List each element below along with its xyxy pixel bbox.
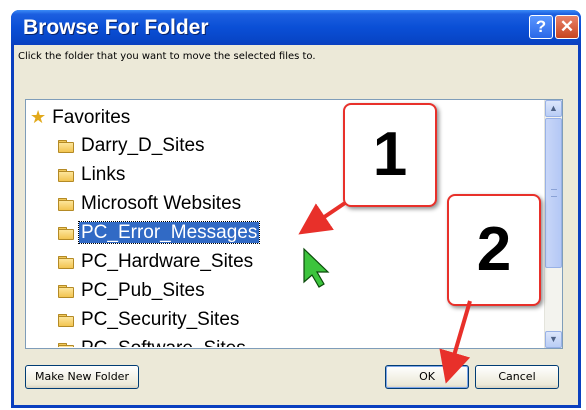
star-icon: ★: [30, 107, 47, 127]
tree-item-label: PC_Error_Messages: [77, 221, 261, 244]
tree-item-label: PC_Hardware_Sites: [81, 251, 254, 272]
scroll-thumb[interactable]: [545, 118, 562, 268]
folder-icon: [58, 343, 74, 347]
instruction-text: Click the folder that you want to move t…: [18, 51, 316, 62]
vertical-scrollbar[interactable]: ▲ ▼: [544, 100, 562, 348]
tree-item-label: PC_Pub_Sites: [81, 280, 205, 301]
tree-item-label: Darry_D_Sites: [81, 135, 205, 156]
tree-item-microsoft-websites[interactable]: Microsoft Websites: [58, 192, 243, 216]
scroll-down-button[interactable]: ▼: [545, 331, 562, 348]
tree-item-pc-pub-sites[interactable]: PC_Pub_Sites: [58, 279, 207, 303]
folder-icon: [58, 256, 74, 269]
folder-icon: [58, 140, 74, 153]
title-bar[interactable]: Browse For Folder ? ✕: [11, 10, 581, 45]
folder-icon: [58, 169, 74, 182]
folder-icon: [58, 314, 74, 327]
tree-item-pc-hardware-sites[interactable]: PC_Hardware_Sites: [58, 250, 255, 274]
ok-button[interactable]: OK: [385, 365, 469, 389]
tree-item-darry-d-sites[interactable]: Darry_D_Sites: [58, 134, 207, 158]
tree-item-label: Microsoft Websites: [81, 193, 242, 214]
grip-icon: [551, 189, 557, 197]
folder-icon: [58, 285, 74, 298]
scroll-up-button[interactable]: ▲: [545, 100, 562, 117]
cancel-button[interactable]: Cancel: [475, 365, 559, 389]
tree-item-pc-error-messages[interactable]: PC_Error_Messages: [58, 221, 261, 245]
folder-icon: [58, 227, 74, 240]
tree-item-label: PC_Software_Sites: [79, 338, 248, 347]
step-2-callout: 2: [447, 194, 541, 306]
step-1-callout: 1: [343, 103, 437, 207]
tree-item-pc-software-sites[interactable]: PC_Software_Sites: [58, 337, 248, 347]
tree-item-label: Favorites: [52, 107, 131, 128]
tree-item-label: PC_Security_Sites: [81, 309, 240, 330]
make-new-folder-button[interactable]: Make New Folder: [25, 365, 139, 389]
tree-item-favorites[interactable]: ★ Favorites: [30, 105, 132, 129]
tree-item-pc-security-sites[interactable]: PC_Security_Sites: [58, 308, 241, 332]
tree-item-links[interactable]: Links: [58, 163, 127, 187]
close-button[interactable]: ✕: [555, 15, 579, 39]
dialog-title: Browse For Folder: [23, 16, 209, 39]
help-button[interactable]: ?: [529, 15, 553, 39]
folder-icon: [58, 198, 74, 211]
tree-item-label: Links: [81, 164, 126, 185]
